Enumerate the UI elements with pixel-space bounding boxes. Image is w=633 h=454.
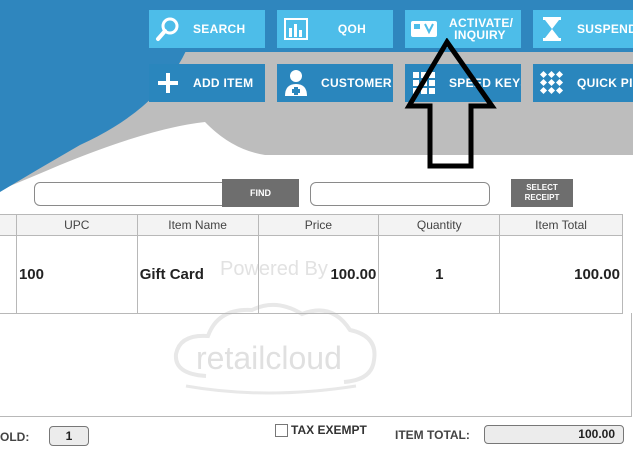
select-receipt-button[interactable]: SELECT RECEIPT bbox=[511, 179, 573, 207]
tax-exempt-label: TAX EXEMPT bbox=[291, 423, 367, 437]
add-item-button-label: ADD ITEM bbox=[193, 76, 254, 90]
find-button[interactable]: FIND bbox=[222, 179, 299, 207]
item-total-cell: 100.00 bbox=[499, 235, 623, 314]
upc-cell: 100 bbox=[15, 235, 138, 314]
quick-pick-button[interactable]: QUICK PICK bbox=[533, 64, 633, 102]
table-row[interactable]: 100 Gift Card 100.00 1 100.00 bbox=[0, 235, 623, 314]
table-header-blank bbox=[0, 214, 17, 236]
receipt-search-input[interactable] bbox=[310, 182, 490, 206]
suspend-button[interactable]: SUSPEND bbox=[533, 10, 633, 48]
table-header-quantity: Quantity bbox=[378, 214, 501, 236]
find-button-label: FIND bbox=[250, 188, 271, 198]
tax-exempt-checkbox[interactable] bbox=[275, 424, 288, 437]
items-table: UPC Item Name Price Quantity Item Total … bbox=[0, 214, 623, 314]
hourglass-icon bbox=[537, 14, 567, 44]
sold-count-field: 1 bbox=[49, 426, 89, 446]
table-empty-area bbox=[0, 313, 632, 417]
bar-chart-icon bbox=[281, 14, 311, 44]
suspend-button-label: SUSPEND bbox=[577, 22, 633, 36]
table-header-upc: UPC bbox=[15, 214, 138, 236]
search-button[interactable]: SEARCH bbox=[149, 10, 265, 48]
quantity-cell: 1 bbox=[378, 235, 501, 314]
search-button-label: SEARCH bbox=[193, 22, 246, 36]
row-blank-cell bbox=[0, 235, 17, 314]
price-cell: 100.00 bbox=[257, 235, 380, 314]
annotation-arrow bbox=[404, 38, 497, 169]
select-receipt-label: SELECT RECEIPT bbox=[524, 183, 560, 202]
plus-icon bbox=[153, 68, 183, 98]
item-total-label: ITEM TOTAL: bbox=[395, 428, 470, 442]
table-header-item-total: Item Total bbox=[499, 214, 623, 236]
customer-add-icon bbox=[281, 68, 311, 98]
table-header-row: UPC Item Name Price Quantity Item Total bbox=[0, 214, 623, 236]
qoh-button[interactable]: QOH bbox=[277, 10, 393, 48]
add-item-button[interactable]: ADD ITEM bbox=[149, 64, 265, 102]
grid-icon bbox=[537, 68, 567, 98]
qoh-button-label: QOH bbox=[337, 22, 367, 36]
table-header-price: Price bbox=[257, 214, 380, 236]
search-icon bbox=[153, 14, 183, 44]
customer-button-label: CUSTOMER bbox=[321, 76, 392, 90]
quick-pick-button-label: QUICK PICK bbox=[577, 76, 633, 90]
item-search-input[interactable] bbox=[34, 182, 232, 206]
sold-label: OLD: bbox=[0, 430, 30, 444]
item-name-cell: Gift Card bbox=[136, 235, 259, 314]
table-header-item-name: Item Name bbox=[136, 214, 259, 236]
item-total-field: 100.00 bbox=[484, 425, 624, 444]
customer-button[interactable]: CUSTOMER bbox=[277, 64, 393, 102]
